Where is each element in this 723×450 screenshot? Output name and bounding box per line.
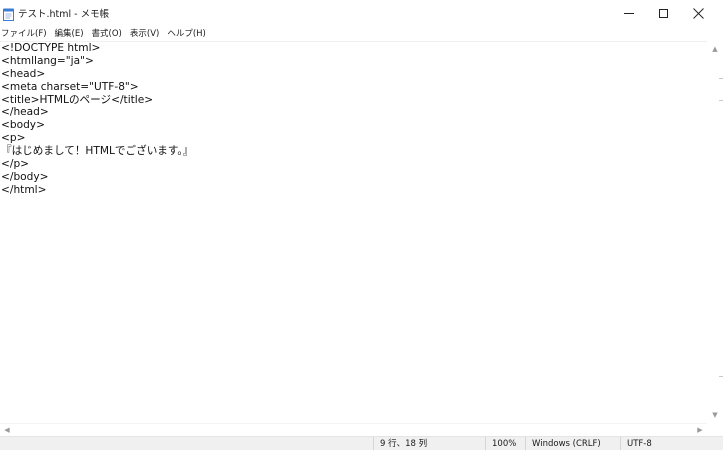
editor-line: <title>HTMLのページ</title>	[1, 93, 154, 106]
editor-line: <htmllang="ja">	[1, 54, 94, 67]
edge-divider	[719, 100, 723, 101]
minimize-icon	[624, 13, 634, 14]
title-bar[interactable]: テスト.html - メモ帳	[0, 0, 723, 27]
edge-divider	[719, 78, 723, 79]
cursor-position: 9 行、18 列	[373, 437, 485, 450]
editor-line: <!DOCTYPE html>	[1, 42, 101, 54]
editor-line: </head>	[1, 106, 49, 119]
notepad-window: テスト.html - メモ帳 ファイル(F) 編集(E) 書式(O) 表示(V)…	[0, 0, 723, 450]
edge-divider	[719, 376, 723, 377]
notepad-icon	[3, 6, 15, 21]
menu-view[interactable]: 表示(V)	[129, 27, 162, 41]
maximize-icon	[658, 9, 668, 18]
minimize-button[interactable]	[612, 0, 646, 27]
editor-line: </body>	[1, 170, 49, 183]
scroll-left-icon[interactable]: ◀	[3, 426, 11, 434]
editor-line: <body>	[1, 119, 45, 132]
maximize-button[interactable]	[646, 0, 680, 27]
menu-format[interactable]: 書式(O)	[91, 27, 125, 41]
editor-line: <meta charset="UTF-8">	[1, 80, 139, 93]
window-title: テスト.html - メモ帳	[18, 9, 110, 20]
zoom-level: 100%	[485, 437, 525, 450]
close-button[interactable]	[681, 0, 715, 27]
scroll-up-icon[interactable]: ▲	[711, 45, 719, 53]
menu-file[interactable]: ファイル(F)	[0, 27, 50, 41]
scroll-down-icon[interactable]: ▼	[711, 411, 719, 419]
menu-bar: ファイル(F) 編集(E) 書式(O) 表示(V) ヘルプ(H)	[0, 27, 723, 41]
editor-line: 『はじめまして！HTMLでございます。』	[1, 145, 194, 158]
menu-edit[interactable]: 編集(E)	[54, 27, 87, 41]
text-editor[interactable]: <!DOCTYPE html> <htmllang="ja"> <head> <…	[0, 41, 707, 423]
horizontal-scrollbar[interactable]: ◀ ▶	[0, 423, 707, 436]
editor-line: <p>	[1, 132, 26, 145]
editor-line: </html>	[1, 183, 47, 196]
editor-line: </p>	[1, 158, 30, 171]
vertical-scrollbar[interactable]: ▲ ▼	[707, 41, 723, 423]
menu-help[interactable]: ヘルプ(H)	[166, 27, 209, 41]
editor-line: <head>	[1, 67, 46, 80]
close-icon	[692, 4, 704, 23]
encoding: UTF-8	[620, 437, 723, 450]
scroll-right-icon[interactable]: ▶	[696, 426, 704, 434]
status-bar: 9 行、18 列 100% Windows (CRLF) UTF-8	[0, 436, 723, 450]
line-ending: Windows (CRLF)	[525, 437, 620, 450]
